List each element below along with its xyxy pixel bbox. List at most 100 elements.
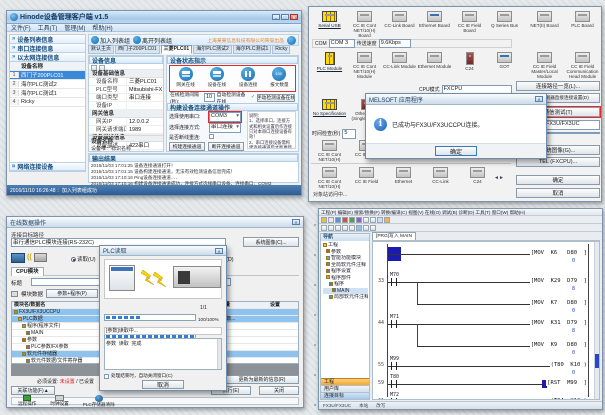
auto-check-checkbox[interactable]: ✓ (251, 95, 255, 100)
ladder-instruction[interactable]: [MOV K7 D80 ] (530, 300, 588, 306)
speed-field[interactable]: 9.6Kbps (379, 39, 411, 49)
tab-cpu-module[interactable]: CPU模块 (11, 267, 44, 276)
pc-if-serial-usb[interactable]: Serial USB (312, 11, 347, 28)
menu-file[interactable]: 文件(F) (11, 23, 31, 32)
progress-log-list[interactable]: 参数 读取 完成 (104, 338, 222, 370)
remote-operation-button[interactable]: 远程操作 (18, 395, 36, 407)
ladder-editor[interactable]: [MOV K6 D80 ] 0 33 M70 [MOV K29 D79 ] 8 … (372, 241, 600, 400)
close-button2[interactable]: 关闭 (259, 386, 299, 395)
auto-close-option[interactable]: 处理结束时，自动关闭窗口(C) (104, 373, 173, 379)
tab-home[interactable]: 默认主页 (88, 45, 114, 54)
toolbar-icon[interactable] (356, 225, 362, 231)
maximize-button[interactable]: □ (281, 14, 289, 20)
dialog-close-button[interactable]: ✕ (535, 96, 543, 102)
minimize-button[interactable]: – (272, 14, 280, 20)
toolbar-icon[interactable] (349, 225, 355, 231)
system-image-button[interactable]: 系统图像(C)... (243, 237, 299, 247)
prop-row[interactable]: 网关请求端口1989 (89, 126, 163, 134)
refresh-button[interactable]: 更新为最新的信息(R) (225, 375, 299, 384)
nav-item[interactable]: 局部软元件注释 (323, 294, 368, 301)
sidebar-item-network-devices[interactable]: ¤网络连接设备 (10, 162, 85, 171)
radio-read[interactable]: 读取(U) (71, 255, 96, 263)
pc-if-net2-board[interactable]: NET(II) Board (527, 11, 562, 28)
other-no-specification[interactable]: No Specification (312, 99, 347, 116)
mode-combo[interactable]: 串口连接▾ (209, 123, 241, 133)
join-group-button[interactable]: 加入列表组 (91, 36, 130, 45)
online-data-titlebar[interactable]: 在线数据操作 ✕ (7, 217, 303, 228)
scroll-thumb[interactable] (595, 354, 599, 368)
tab-mitsubishi-active[interactable]: 三菱PLC01 (161, 45, 193, 54)
toolbar-icon[interactable] (342, 225, 348, 231)
gx-menubar[interactable]: 工程(P) 编辑(E) 搜索/替换(F) 转换/编译(C) 视图(V) 在线(O… (319, 209, 602, 216)
toolbar-icon[interactable] (363, 225, 369, 231)
break-channel-button[interactable]: 断开连接通道 (208, 142, 244, 151)
toolbar-icon[interactable] (370, 225, 376, 231)
com-port-field[interactable]: COM 3 (329, 39, 355, 49)
prop-row[interactable]: 设备IP (89, 102, 163, 110)
device-row[interactable]: 1西门子200PLC01 (10, 71, 85, 80)
contact-icon[interactable] (321, 225, 327, 231)
route2-cclink[interactable]: CC-Link (423, 167, 458, 184)
no-contact[interactable] (391, 278, 397, 286)
prop-row[interactable]: 端口类型串口连接 (89, 94, 163, 102)
scrollbar[interactable] (217, 339, 221, 369)
coil-icon[interactable] (328, 225, 334, 231)
prop-row[interactable]: 网关IP12.0.0.2 (89, 118, 163, 126)
ladder-instruction[interactable]: [MOV K31 D79 ] (530, 320, 588, 326)
dialog-close-button[interactable]: ✕ (215, 248, 223, 254)
close-button[interactable]: ✕ (290, 14, 298, 20)
save-icon[interactable] (335, 217, 341, 223)
paste-icon[interactable] (342, 217, 348, 223)
prop-row[interactable]: PLC型号Mitsubishi-FX (89, 86, 163, 94)
no-contact[interactable] (391, 320, 397, 328)
auto-close-checkbox[interactable] (104, 374, 109, 379)
plc-if-cclink-module[interactable]: CC-Link Module (382, 52, 417, 69)
menu-help[interactable]: 帮助(H) (92, 23, 112, 32)
toolbar-icon[interactable] (363, 217, 369, 223)
pc-if-plc-board[interactable]: PLC Board (565, 11, 600, 28)
ladder-instruction[interactable]: [MOV K29 D79 ] (530, 278, 588, 284)
pc-if-ccie-cont-board[interactable]: CC IE Cont NET/10(H) Board (347, 11, 382, 38)
ladder-scrollbar[interactable] (594, 242, 599, 399)
plc-if-c24[interactable]: C24 (452, 52, 487, 71)
menu-manage[interactable]: 管理(M) (64, 23, 85, 32)
document-tab[interactable]: [PRG]写入 MAIN (372, 232, 416, 240)
monitor-icon[interactable] (356, 217, 362, 223)
cancel-button[interactable]: 取消 (516, 188, 600, 198)
plc-if-ccie-field-head[interactable]: CC IE Field Communication Head Module (565, 52, 600, 79)
time-check-field[interactable]: 5 (342, 129, 356, 139)
route2-ccie-field[interactable]: CC IE Field (349, 167, 384, 184)
new-icon[interactable] (321, 217, 327, 223)
route2-ethernet[interactable]: Ethernet (386, 167, 421, 184)
ladder-instruction[interactable]: [MOV K9 D80 ] (530, 342, 588, 348)
ladder-instruction[interactable]: [MOV K6 D80 ] (530, 250, 588, 256)
no-contact[interactable] (391, 362, 397, 370)
menu-tools[interactable]: 工具(T) (38, 23, 58, 32)
plc-read-titlebar[interactable]: PLC读取 ✕ (100, 246, 226, 256)
timer-coil[interactable]: (T80 K10 ) (550, 362, 588, 368)
related-functions-button[interactable]: 关联功能(F)▲ (11, 386, 55, 395)
plc-if-ccie-cont-module[interactable]: CC IE Cont NET/10(H) Module (347, 52, 382, 79)
pc-if-cclink-board[interactable]: CC-Link Board (382, 11, 417, 28)
port-combo[interactable]: COM3▾ (209, 112, 241, 122)
clock-setting-button[interactable]: 时钟设置 (50, 395, 68, 407)
route1-ccie-cont[interactable]: CC IE Cont NET/10(H) (312, 140, 347, 162)
pager-arrows[interactable]: ◄► (494, 175, 504, 181)
plc-if-ethernet-module[interactable]: Ethernet Module (417, 52, 452, 69)
open-icon[interactable] (328, 217, 334, 223)
timer-coil[interactable]: (T84 K10 ) (550, 398, 588, 400)
dialog-ok-button[interactable]: 确定 (435, 146, 477, 156)
pc-if-q-series-bus[interactable]: Q Series Bus (487, 11, 522, 28)
toolbar-icon[interactable] (377, 217, 383, 223)
ladder-instruction[interactable]: [RST M99 ] (546, 380, 588, 386)
plc-if-ccie-field-master[interactable]: CC IE Field Master/Local Module (527, 52, 562, 79)
pc-if-ccie-field-board[interactable]: CC IE Field Board (452, 11, 487, 33)
route2-c24[interactable]: C24 (460, 167, 495, 184)
tab-siemens[interactable]: 西门子200PLC01 (115, 45, 160, 54)
device-row[interactable]: 2海尔PLC测试2 (10, 80, 85, 89)
interval-input[interactable]: 10 (204, 93, 215, 103)
plc-memory-clear-button[interactable]: PLC存储器清除 (83, 395, 115, 408)
nav-btn-userlib[interactable]: 用户库 (321, 385, 369, 392)
route2-ccie-cont[interactable]: CC IE Cont NET/10(H) (312, 167, 347, 189)
plc-if-got[interactable]: GOT (487, 52, 522, 69)
